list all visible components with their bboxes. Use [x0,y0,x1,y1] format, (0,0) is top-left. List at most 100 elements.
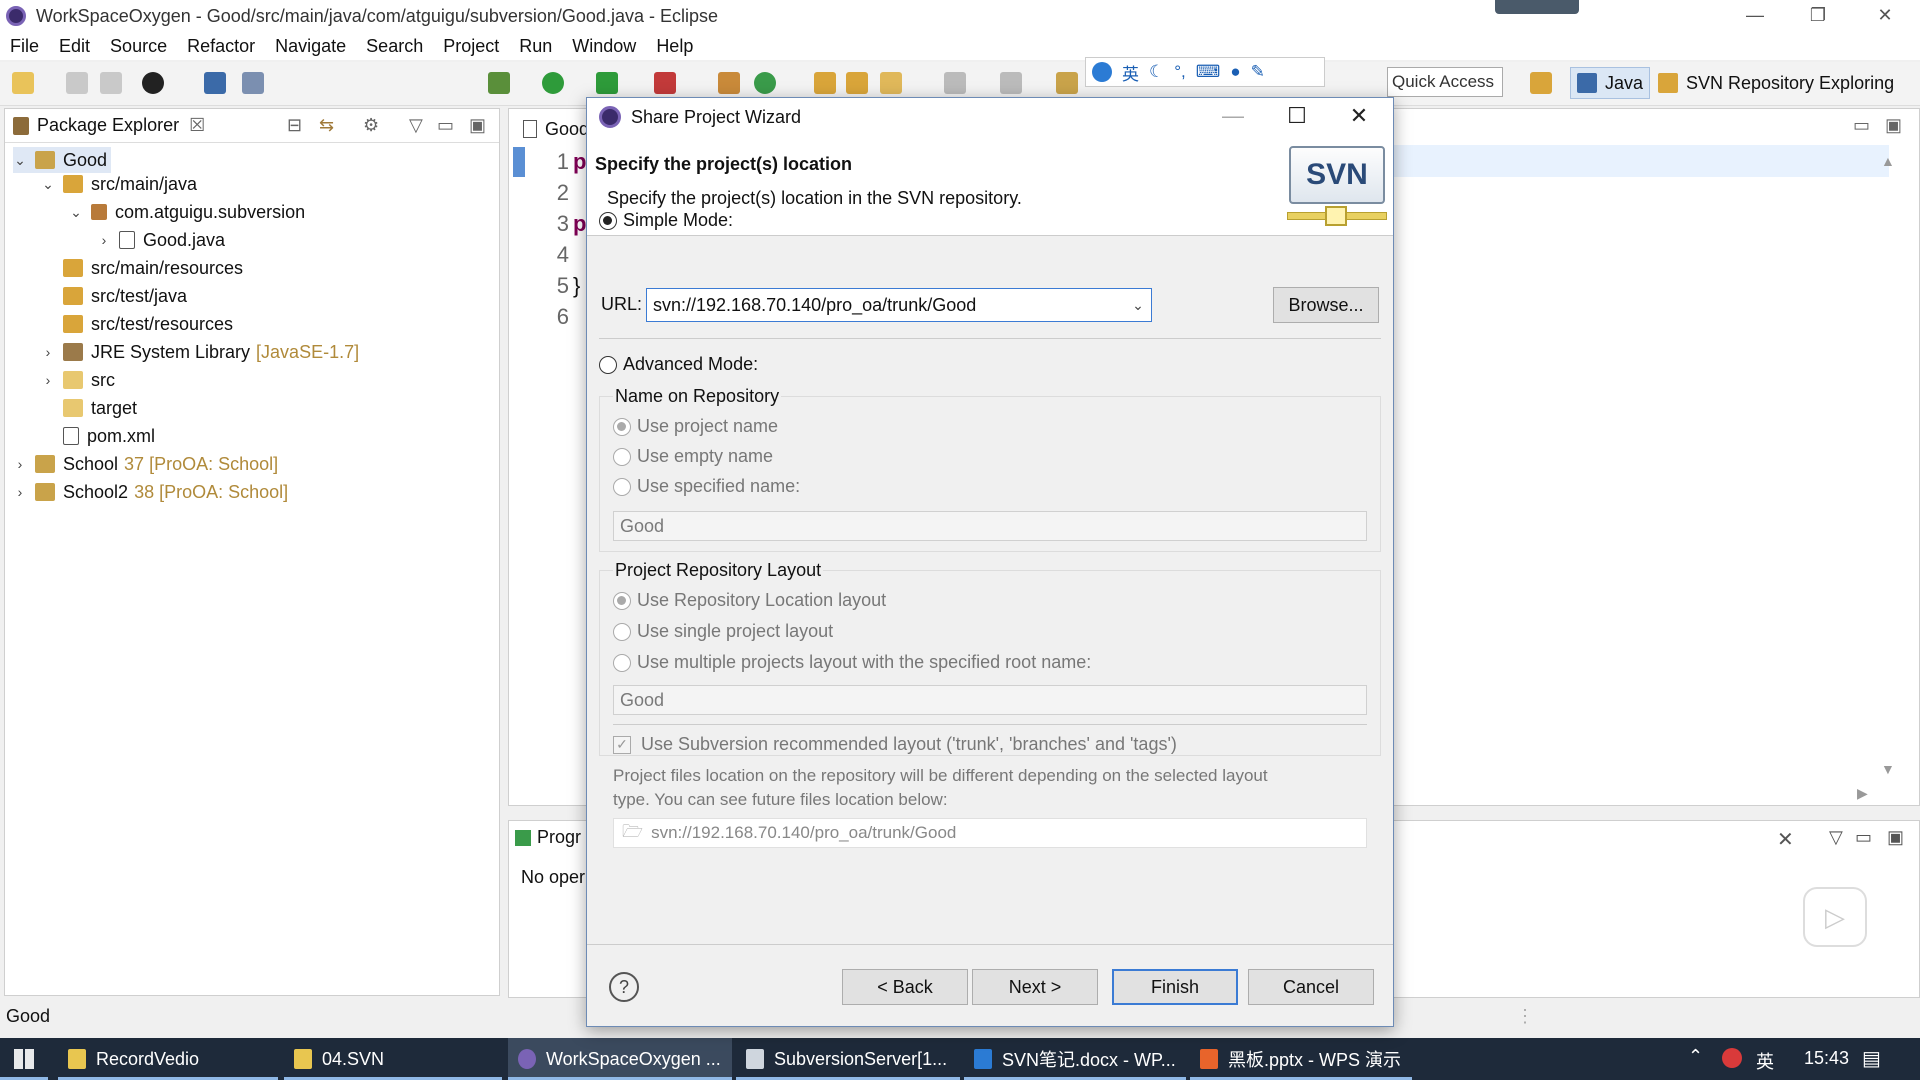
quick-access-field[interactable]: Quick Access [1387,67,1503,97]
code-line[interactable]: p [573,211,586,237]
tree-item-src-main-resources[interactable]: src/main/resources [63,255,243,281]
editor-tab[interactable]: Good [515,113,598,145]
tray-app-icon[interactable] [1722,1048,1742,1068]
tree-item-package[interactable]: ⌄ com.atguigu.subversion [69,199,305,225]
url-input[interactable]: svn://192.168.70.140/pro_oa/trunk/Good [647,295,1125,316]
ime-logo-icon[interactable] [1092,62,1112,82]
taskbar-item-04svn[interactable]: 04.SVN [284,1038,502,1080]
start-button[interactable] [0,1038,48,1080]
scroll-right-icon[interactable]: ▶ [1857,785,1868,802]
use-empty-name-radio[interactable]: Use empty name [613,446,773,467]
open-task-icon[interactable] [846,72,868,94]
package-explorer-title[interactable]: Package Explorer [37,115,179,136]
recommended-layout-checkbox[interactable]: ✓ Use Subversion recommended layout ('tr… [613,734,1177,755]
minimize-editor-icon[interactable]: ▭ [1853,115,1870,136]
minimize-view-icon[interactable]: ▭ [1855,827,1872,848]
tree-item-src-main-java[interactable]: ⌄ src/main/java [41,171,197,197]
scroll-up-icon[interactable]: ▲ [1881,153,1895,169]
filter-icon[interactable]: ⚙ [363,115,379,136]
menu-project[interactable]: Project [443,36,499,57]
tree-item-src[interactable]: › src [41,367,115,393]
tree-item-good-java[interactable]: › Good.java [97,227,225,253]
run-as-icon[interactable] [596,72,618,94]
code-line[interactable]: p [573,149,586,175]
menu-source[interactable]: Source [110,36,167,57]
prev-annotation-icon[interactable] [1000,72,1022,94]
view-menu-icon[interactable]: ▽ [409,115,423,136]
tree-item-school2[interactable]: › School2 38 [ProOA: School] [13,479,289,505]
expand-icon[interactable]: ⌄ [13,152,27,169]
multiple-projects-layout-radio[interactable]: Use multiple projects layout with the sp… [613,652,1091,673]
progress-view-tab[interactable]: Progr [515,827,581,848]
console-icon[interactable] [204,72,226,94]
tree-item-target[interactable]: target [63,395,137,421]
tray-clock[interactable]: 15:43 [1804,1048,1849,1069]
dialog-maximize-button[interactable]: ☐ [1267,98,1327,136]
browse-button[interactable]: Browse... [1273,287,1379,323]
menu-refactor[interactable]: Refactor [187,36,255,57]
keyboard-icon[interactable]: ⌨ [1196,62,1221,82]
collapse-icon[interactable]: › [13,456,27,472]
taskbar-item-wps-ppt[interactable]: 黑板.pptx - WPS 演示 [1190,1038,1412,1080]
tree-item-good[interactable]: ⌄ Good [13,147,112,173]
tray-ime[interactable]: 英 [1756,1048,1774,1074]
taskbar-item-eclipse[interactable]: WorkSpaceOxygen ... [508,1038,732,1080]
root-name-input[interactable]: Good [613,685,1367,715]
debug-icon[interactable] [488,72,510,94]
taskbar-item-subversion-server[interactable]: SubversionServer[1... [736,1038,960,1080]
use-specified-name-radio[interactable]: Use specified name: [613,476,800,497]
next-button[interactable]: Next > [972,969,1098,1005]
finish-button[interactable]: Finish [1112,969,1238,1005]
wrench-icon[interactable]: ✎ [1251,62,1265,82]
repository-location-layout-radio[interactable]: Use Repository Location layout [613,590,886,611]
back-icon[interactable] [1056,72,1078,94]
save-all-icon[interactable] [100,72,122,94]
menu-run[interactable]: Run [519,36,552,57]
collapse-all-icon[interactable]: ⊟ [287,115,302,136]
new-class-icon[interactable] [754,72,776,94]
use-project-name-radio[interactable]: Use project name [613,416,778,437]
next-annotation-icon[interactable] [944,72,966,94]
tree-item-src-test-java[interactable]: src/test/java [63,283,187,309]
tray-chevron-icon[interactable]: ⌃ [1688,1046,1703,1067]
svn-icon[interactable] [142,72,164,94]
expand-icon[interactable]: ⌄ [41,176,55,193]
new-icon[interactable] [12,72,34,94]
restore-button[interactable]: ❐ [1795,0,1841,32]
coverage-icon[interactable] [654,72,676,94]
play-overlay-icon[interactable]: ▷ [1803,887,1867,947]
search-icon[interactable] [880,72,902,94]
ime-language[interactable]: 英 [1122,60,1139,85]
taskbar-item-recordvedio[interactable]: RecordVedio [58,1038,278,1080]
specified-name-input[interactable]: Good [613,511,1367,541]
chevron-down-icon[interactable]: ⌄ [1125,297,1151,314]
maximize-view-icon[interactable]: ▣ [1887,827,1904,848]
collapse-icon[interactable]: › [41,344,55,360]
tree-item-src-test-resources[interactable]: src/test/resources [63,311,233,337]
minimize-view-icon[interactable]: ▭ [437,115,454,136]
user-icon[interactable]: ● [1230,62,1240,82]
save-icon[interactable] [66,72,88,94]
menu-help[interactable]: Help [656,36,693,57]
link-editor-icon[interactable]: ⇆ [319,115,334,136]
dialog-minimize-button[interactable]: — [1203,98,1263,136]
menu-navigate[interactable]: Navigate [275,36,346,57]
close-window-button[interactable]: ✕ [1862,0,1908,32]
new-package-icon[interactable] [718,72,740,94]
help-icon[interactable]: ? [609,972,639,1002]
open-perspective-icon[interactable] [1530,72,1552,94]
back-button[interactable]: < Back [842,969,968,1005]
taskbar-item-wps-doc[interactable]: SVN笔记.docx - WP... [964,1038,1186,1080]
maximize-editor-icon[interactable]: ▣ [1885,115,1902,136]
moon-icon[interactable]: ☾ [1149,62,1164,82]
tree-item-jre[interactable]: › JRE System Library [JavaSE-1.7] [41,339,359,365]
punctuation-icon[interactable]: °, [1174,62,1186,82]
open-type-icon[interactable] [814,72,836,94]
advanced-mode-radio[interactable]: Advanced Mode: [599,354,758,375]
close-view-icon[interactable]: ☒ [189,115,205,136]
simple-mode-radio[interactable]: Simple Mode: [599,210,733,231]
collapse-icon[interactable]: › [97,232,111,248]
collapse-icon[interactable]: › [41,372,55,388]
run-icon[interactable] [542,72,564,94]
remove-all-icon[interactable]: ✕ [1777,827,1794,852]
